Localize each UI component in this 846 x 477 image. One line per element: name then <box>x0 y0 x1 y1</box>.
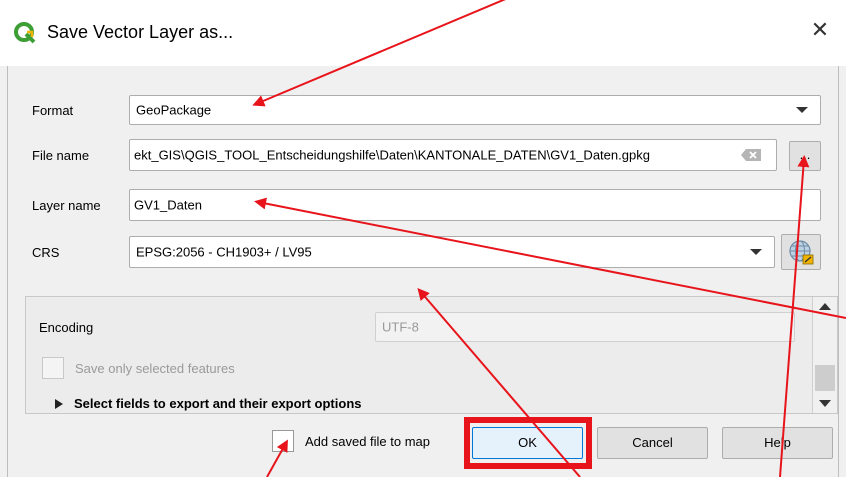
encoding-value: UTF-8 <box>382 319 419 335</box>
globe-crs-icon <box>789 240 814 265</box>
crs-selector-button[interactable] <box>781 234 821 270</box>
scroll-up-icon[interactable] <box>819 303 831 310</box>
scroll-down-icon[interactable] <box>819 400 831 407</box>
save-selected-checkbox[interactable] <box>42 357 64 379</box>
encoding-label: Encoding <box>39 320 94 335</box>
scroll-thumb[interactable] <box>815 365 835 391</box>
crs-value: EPSG:2056 - CH1903+ / LV95 <box>136 244 312 260</box>
save-selected-label: Save only selected features <box>75 361 235 376</box>
ok-button[interactable]: OK <box>472 427 583 459</box>
title-bar[interactable]: Save Vector Layer as... ✕ <box>0 0 846 66</box>
layername-input[interactable]: GV1_Daten <box>129 189 821 221</box>
crs-label: CRS <box>32 245 60 260</box>
add-to-map-label: Add saved file to map <box>305 434 431 449</box>
cancel-button[interactable]: Cancel <box>597 427 708 459</box>
format-combobox[interactable]: GeoPackage <box>129 95 821 125</box>
add-to-map-checkbox[interactable] <box>272 430 294 452</box>
format-label: Format <box>32 103 74 118</box>
chevron-down-icon <box>750 249 762 255</box>
save-vector-layer-dialog: Save Vector Layer as... ✕ Format GeoPack… <box>0 0 846 477</box>
filename-label: File name <box>32 148 90 163</box>
encoding-combobox[interactable]: UTF-8 <box>375 312 795 342</box>
clear-text-icon[interactable] <box>740 148 762 162</box>
expand-arrow-icon[interactable] <box>54 398 64 410</box>
close-icon[interactable]: ✕ <box>808 18 832 42</box>
browse-button[interactable]: ... <box>789 141 821 171</box>
chevron-down-icon <box>796 107 808 113</box>
help-button[interactable]: Help <box>722 427 833 459</box>
layername-value: GV1_Daten <box>134 197 202 213</box>
qgis-logo-icon <box>14 22 36 44</box>
crs-combobox[interactable]: EPSG:2056 - CH1903+ / LV95 <box>129 236 775 268</box>
dialog-title: Save Vector Layer as... <box>47 22 234 42</box>
filename-input[interactable]: ekt_GIS\QGIS_TOOL_Entscheidungshilfe\Dat… <box>129 139 777 171</box>
filename-value: ekt_GIS\QGIS_TOOL_Entscheidungshilfe\Dat… <box>134 147 650 163</box>
layername-label: Layer name <box>32 198 101 213</box>
options-scrollbar[interactable] <box>812 297 837 413</box>
select-fields-toggle[interactable]: Select fields to export and their export… <box>74 396 362 411</box>
format-value: GeoPackage <box>136 102 212 118</box>
dialog-body <box>7 66 839 477</box>
